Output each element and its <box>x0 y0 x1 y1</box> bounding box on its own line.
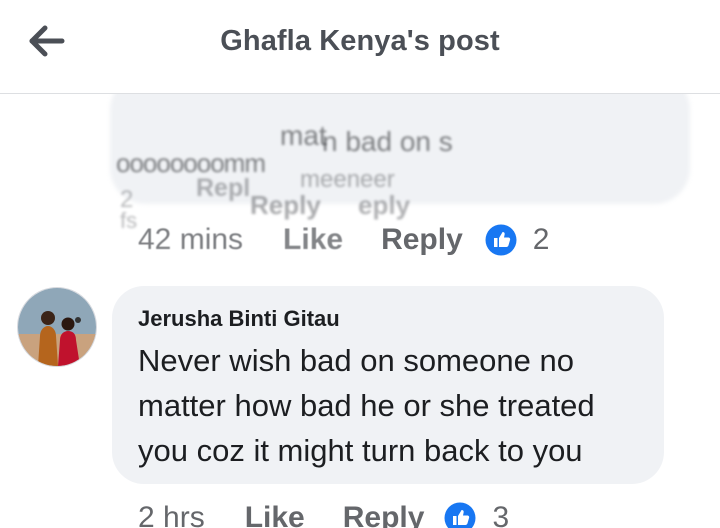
reaction-count: 3 <box>492 501 510 528</box>
comment-thread-page: Ghafla Kenya's post mat n bad on s ooooo… <box>0 0 720 528</box>
thumbs-up-icon <box>444 502 476 528</box>
ghost-text: fs <box>120 208 138 233</box>
previous-comment: mat n bad on s oooooooomm 2 Repl meeneer… <box>0 94 720 274</box>
comment-bubble[interactable]: Jerusha Binti Gitau Never wish bad on so… <box>112 286 664 484</box>
ghost-text: eply <box>358 190 411 220</box>
comment-text: Never wish bad on someone no matter how … <box>138 338 638 473</box>
page-title: Ghafla Kenya's post <box>220 25 500 57</box>
previous-comment-actions: 42 mins Like Reply 2 <box>138 220 549 260</box>
comment-actions: 2 hrs Like Reply 3 <box>138 498 509 528</box>
comment-timestamp: 42 mins <box>138 223 244 256</box>
comment-timestamp: 2 hrs <box>138 501 205 528</box>
comment-text-line: Never wish bad on someone no <box>138 343 574 378</box>
ghost-text: Reply <box>250 190 321 220</box>
reply-button[interactable]: Reply <box>343 501 425 528</box>
reply-button[interactable]: Reply <box>381 223 463 257</box>
like-button[interactable]: Like <box>245 501 305 528</box>
user-avatar <box>18 288 96 366</box>
thumbs-up-icon <box>485 224 517 256</box>
comment-text-line: you coz it might turn back to you <box>138 433 583 468</box>
app-header: Ghafla Kenya's post <box>0 0 720 94</box>
ghost-text: Repl <box>196 174 251 202</box>
reaction-count: 2 <box>532 223 550 256</box>
ghost-text: n bad on s <box>322 126 453 157</box>
comment-text-line: matter how bad he or she treated <box>138 388 595 423</box>
ghost-text: mat <box>280 120 327 151</box>
comment-author[interactable]: Jerusha Binti Gitau <box>138 306 638 332</box>
avatar[interactable] <box>17 287 97 367</box>
like-button[interactable]: Like <box>283 223 343 257</box>
